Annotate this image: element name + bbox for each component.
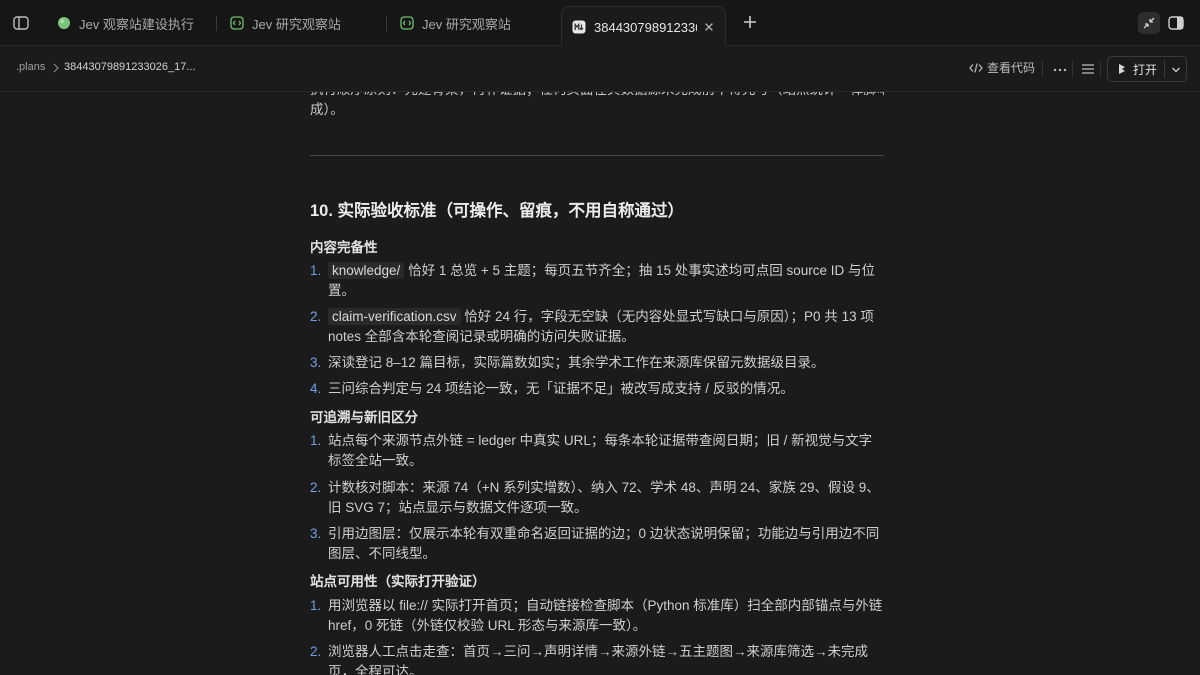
list-item: 2. 计数核对脚本：来源 74（+N 系列实增数）、纳入 72、学术 48、声明… <box>310 480 880 515</box>
tab-divider <box>216 16 217 31</box>
tab-2[interactable]: Jev 研究观察站 <box>230 6 341 40</box>
code-file-icon <box>230 16 244 30</box>
list-item: 2. claim-verification.csv 恰好 24 行，字段无空缺（… <box>310 308 874 344</box>
tab-label: Jev 研究观察站 <box>252 16 341 32</box>
subheading-usability: 站点可用性（实际打开验证） <box>310 574 486 589</box>
paragraph-cut-top: 执行顺序原则：先建骨架，再补证据；任何页面在其数据源未完成前不得先写（站点统计一… <box>310 92 884 100</box>
toolbar-divider <box>1072 61 1073 77</box>
tab-1[interactable]: Jev 观察站建设执行 <box>57 6 194 40</box>
subheading-completeness: 内容完备性 <box>310 240 378 255</box>
tab-divider <box>386 16 387 31</box>
view-code-button[interactable]: 查看代码 <box>969 59 1035 76</box>
paragraph-tail: 成）。 <box>310 102 344 117</box>
list-item: 3. 引用边图层：仅展示本轮有双重命名返回证据的边；0 边状态说明保留；功能边与… <box>310 526 880 561</box>
open-button-divider <box>1164 60 1165 78</box>
tab-active[interactable]: 38443079891233026_17 <box>561 6 726 47</box>
toolbar-divider <box>1042 61 1043 77</box>
list-item: 2. 浏览器人工点击走查：首页→三问→声明详情→来源外链→五主题图→来源库筛选→… <box>310 644 868 675</box>
section-heading: 10. 实际验收标准（可操作、留痕，不用自称通过） <box>310 202 685 220</box>
sidebar-toggle-icon[interactable] <box>12 14 30 32</box>
list-item: 4. 三问综合判定与 24 项结论一致，无「证据不足」被改写成支持 / 反驳的情… <box>310 381 794 396</box>
collapse-icon <box>1143 17 1155 29</box>
path-bar: .plans 38443079891233026_17... 查看代码 打开 <box>0 46 1200 92</box>
list-item: 1. knowledge/ 恰好 1 总览 + 5 主题；每页五节齐全；抽 15… <box>310 262 876 298</box>
code-icon <box>969 62 983 73</box>
tab-3[interactable]: Jev 研究观察站 <box>400 6 511 40</box>
close-icon[interactable] <box>703 21 715 33</box>
chevron-right-icon <box>53 63 59 73</box>
breadcrumb-file[interactable]: 38443079891233026_17... <box>64 61 196 73</box>
subheading-traceability: 可追溯与新旧区分 <box>310 410 418 425</box>
globe-icon <box>58 17 70 29</box>
breadcrumb-root[interactable]: .plans <box>16 61 45 73</box>
right-panel-icon <box>1168 16 1184 30</box>
open-button[interactable]: 打开 <box>1107 56 1187 82</box>
list-item: 1. 站点每个来源节点外链 = ledger 中真实 URL；每条本轮证据带查阅… <box>310 433 873 468</box>
markdown-preview: 执行顺序原则：先建骨架，再补证据；任何页面在其数据源未完成前不得先写（站点统计一… <box>310 92 884 675</box>
panel-toggle-button[interactable] <box>1165 12 1187 34</box>
new-tab-icon[interactable] <box>742 14 758 30</box>
tab-strip: Jev 观察站建设执行 Jev 研究观察站 Jev 研究观察站 38443079… <box>0 0 1200 47</box>
tab-label: Jev 研究观察站 <box>422 16 511 32</box>
outline-icon[interactable] <box>1081 62 1095 76</box>
app-icon <box>1119 64 1125 74</box>
chevron-down-icon[interactable] <box>1171 66 1181 74</box>
code-file-icon <box>400 16 414 30</box>
toolbar-divider <box>1100 61 1101 77</box>
horizontal-rule <box>310 155 884 156</box>
markdown-icon <box>572 20 586 34</box>
list-item: 1. 用浏览器以 file:// 实际打开首页；自动链接检查脚本（Python … <box>310 598 883 633</box>
inline-code: claim-verification.csv <box>328 308 461 325</box>
tab-label: 38443079891233026_17 <box>594 19 697 35</box>
inline-code: knowledge/ <box>328 262 405 279</box>
list-item: 3. 深读登记 8–12 篇目标，实际篇数如实；其余学术工作在来源库保留元数据级… <box>310 355 825 370</box>
collapse-button[interactable] <box>1138 12 1160 34</box>
view-code-label: 查看代码 <box>987 61 1036 75</box>
tab-label: Jev 观察站建设执行 <box>79 16 194 32</box>
open-label: 打开 <box>1133 62 1158 77</box>
more-icon[interactable] <box>1053 68 1067 72</box>
